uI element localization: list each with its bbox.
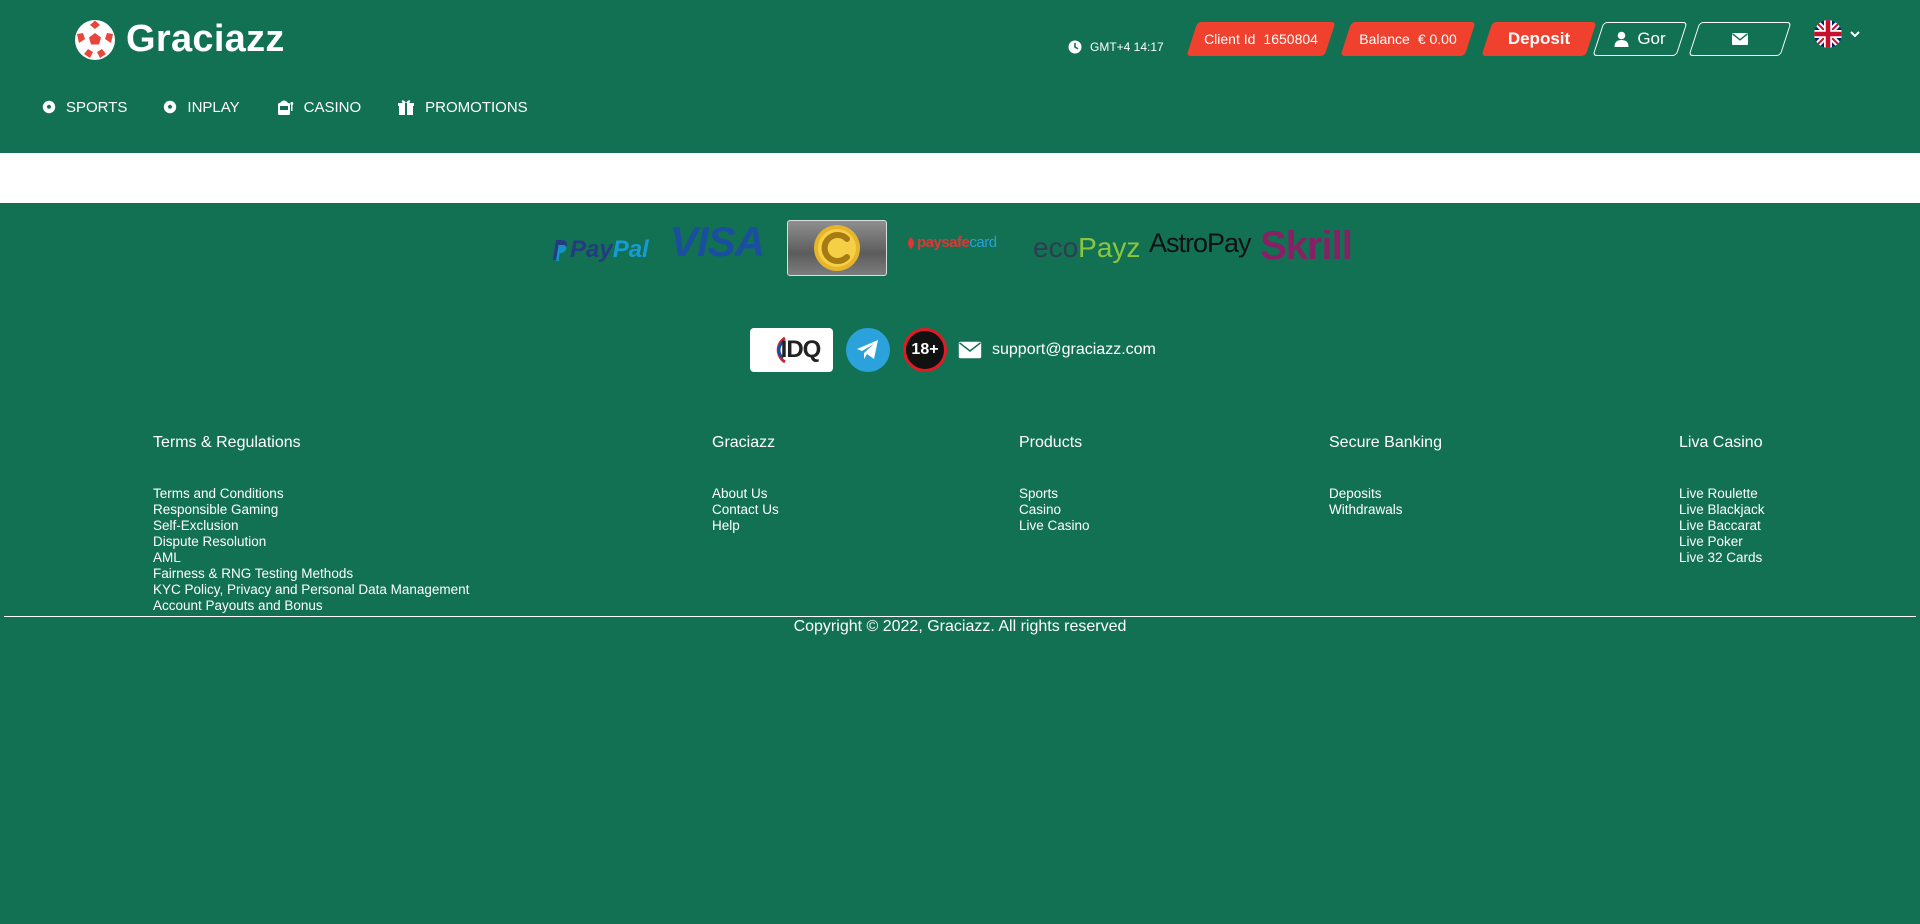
soccer-ball-icon — [164, 100, 177, 114]
footer-col-title: Products — [1019, 434, 1083, 451]
footer-divider — [4, 616, 1916, 617]
footer-col-title: Liva Casino — [1679, 434, 1763, 451]
visa-logo: VISA — [670, 218, 765, 266]
paypal-text-a: Pay — [570, 236, 613, 263]
nav-promotions[interactable]: PROMOTIONS — [397, 98, 528, 116]
footer-link[interactable]: Live 32 Cards — [1679, 550, 1765, 566]
envelope-icon — [958, 341, 982, 359]
paysafe-text-a: paysafe — [917, 234, 970, 251]
footer-col-products: Products Sports Casino Live Casino — [1019, 434, 1090, 534]
footer-link[interactable]: About Us — [712, 486, 779, 502]
uk-flag-icon — [1814, 20, 1842, 48]
footer-link[interactable]: Account Payouts and Bonus — [153, 598, 469, 614]
soccer-ball-icon — [42, 100, 56, 114]
eco-text-a: eco — [1033, 232, 1079, 263]
footer-link[interactable]: Live Baccarat — [1679, 518, 1765, 534]
client-id-label: Client Id — [1204, 31, 1256, 47]
slot-machine-icon — [277, 100, 293, 115]
skrill-text: Skrill — [1260, 224, 1353, 268]
nav-promotions-label: PROMOTIONS — [425, 98, 528, 116]
footer-link[interactable]: Fairness & RNG Testing Methods — [153, 566, 469, 582]
client-id-badge: Client Id 1650804 — [1186, 22, 1336, 56]
footer-link[interactable]: Contact Us — [712, 502, 779, 518]
nav-inplay[interactable]: INPLAY — [163, 98, 240, 116]
payment-methods: Pay Pal VISA paysafe card eco Payz AstroPay… — [550, 218, 1360, 278]
clock: GMT+4 14:17 — [1068, 30, 1164, 64]
footer-col-terms: Terms & Regulations Terms and Conditions… — [153, 434, 469, 614]
messages-button[interactable] — [1688, 22, 1792, 56]
support-email-text: support@graciazz.com — [992, 341, 1156, 358]
visa-text: VISA — [670, 218, 765, 265]
skrill-logo: Skrill — [1260, 224, 1353, 269]
telegram-button[interactable] — [846, 328, 890, 372]
trust-badges: IDQ 18+ support@graciazz.com — [750, 328, 1156, 372]
footer-link[interactable]: Deposits — [1329, 486, 1442, 502]
footer-link[interactable]: Live Casino — [1019, 518, 1090, 534]
deposit-button[interactable]: Deposit — [1481, 22, 1597, 56]
deposit-label: Deposit — [1507, 29, 1571, 48]
language-selector[interactable] — [1814, 20, 1860, 48]
balance-badge[interactable]: Balance € 0.00 — [1340, 22, 1476, 56]
footer-col-title: Terms & Regulations — [153, 434, 301, 451]
footer-col-brand: Graciazz About Us Contact Us Help — [712, 434, 779, 534]
footer-link[interactable]: Self-Exclusion — [153, 518, 469, 534]
paypal-logo: Pay Pal — [550, 236, 649, 264]
nav-sports[interactable]: SPORTS — [42, 99, 127, 116]
age-restriction-badge: 18+ — [903, 328, 947, 372]
user-account-button[interactable]: Gor — [1592, 22, 1688, 56]
footer-link[interactable]: Live Blackjack — [1679, 502, 1765, 518]
footer-link[interactable]: Responsible Gaming — [153, 502, 469, 518]
brand-name: Graciazz — [126, 18, 285, 60]
coin-c-icon — [814, 225, 860, 271]
support-email-link[interactable]: support@graciazz.com — [958, 341, 1156, 359]
footer-col-title: Graciazz — [712, 434, 776, 451]
footer-link[interactable]: Sports — [1019, 486, 1090, 502]
nav-casino-label: CASINO — [303, 98, 362, 116]
paypal-text-b: Pal — [612, 236, 649, 263]
user-name: Gor — [1637, 29, 1666, 48]
nav-inplay-label: INPLAY — [187, 98, 240, 116]
balance-label: Balance — [1359, 31, 1410, 47]
balance-value: € 0.00 — [1417, 31, 1457, 47]
idq-badge[interactable]: IDQ — [750, 328, 833, 372]
footer-link[interactable]: KYC Policy, Privacy and Personal Data Ma… — [153, 582, 469, 598]
chevron-down-icon — [1850, 30, 1860, 37]
user-icon — [1614, 31, 1629, 47]
footer-link[interactable]: Live Poker — [1679, 534, 1765, 550]
ecopayz-logo: eco Payz — [1033, 232, 1140, 264]
paysafe-text-b: card — [969, 234, 997, 251]
footer-link[interactable]: Dispute Resolution — [153, 534, 469, 550]
client-id-value: 1650804 — [1263, 31, 1318, 47]
gift-icon — [398, 100, 415, 115]
nav-casino[interactable]: CASINO — [276, 98, 362, 116]
age-text: 18+ — [911, 341, 939, 358]
footer-link[interactable]: Terms and Conditions — [153, 486, 469, 502]
telegram-icon — [857, 340, 878, 359]
footer-link[interactable]: Casino — [1019, 502, 1090, 518]
paysafecard-logo: paysafe card — [907, 234, 997, 251]
astropay-text: AstroPay — [1149, 228, 1252, 258]
coin-logo — [787, 220, 887, 276]
footer-link[interactable]: AML — [153, 550, 469, 566]
footer-col-title: Secure Banking — [1329, 434, 1442, 451]
astropay-logo: AstroPay — [1149, 228, 1252, 259]
footer-col-banking: Secure Banking Deposits Withdrawals — [1329, 434, 1442, 518]
content-area — [0, 153, 1920, 203]
copyright-text: Copyright © 2022, Graciazz. All rights r… — [793, 618, 1127, 635]
paysafecard-icon — [908, 236, 914, 249]
soccer-ball-icon — [75, 19, 115, 60]
footer-col-live-casino: Liva Casino Live Roulette Live Blackjack… — [1679, 434, 1765, 566]
main-nav: SPORTS INPLAY CASINO PROMOTIONS — [42, 98, 564, 116]
footer-link[interactable]: Live Roulette — [1679, 486, 1765, 502]
idq-text: IDQ — [780, 336, 822, 363]
eco-text-b: Payz — [1078, 232, 1141, 263]
brand-logo[interactable]: Graciazz — [74, 18, 285, 61]
paypal-icon — [553, 240, 567, 261]
nav-sports-label: SPORTS — [66, 98, 128, 116]
footer-link[interactable]: Help — [712, 518, 779, 534]
clock-icon — [1068, 40, 1082, 54]
site-header: Graciazz GMT+4 14:17 Client Id 1650804 B… — [0, 0, 1920, 152]
timezone-time: GMT+4 14:17 — [1090, 40, 1164, 54]
footer-link[interactable]: Withdrawals — [1329, 502, 1442, 518]
